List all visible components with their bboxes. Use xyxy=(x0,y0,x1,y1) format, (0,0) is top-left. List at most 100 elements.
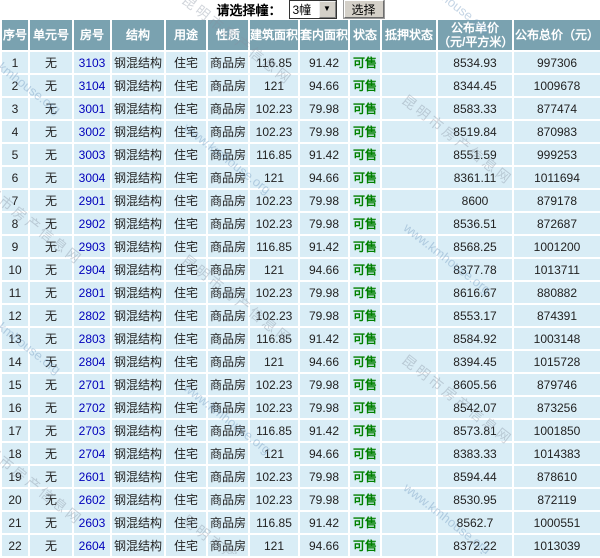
cell-build-area: 102.23 xyxy=(248,487,300,512)
cell-unit-price: 8394.45 xyxy=(436,349,514,374)
room-number-link[interactable]: 3103 xyxy=(72,50,112,75)
cell-unit-price: 8600 xyxy=(436,188,514,213)
cell-unit-number: 无 xyxy=(28,441,74,466)
cell-unit-number: 无 xyxy=(28,257,74,282)
cell-inner-area: 94.66 xyxy=(298,165,350,190)
chevron-down-icon[interactable]: ▼ xyxy=(318,0,336,18)
cell-build-area: 116.85 xyxy=(248,50,300,75)
cell-mortgage-status xyxy=(380,418,438,443)
cell-structure: 钢混结构 xyxy=(110,234,166,259)
table-row: 2 无 3104 钢混结构 住宅 商品房 121 94.66 可售 8344.45 1009678 xyxy=(0,73,600,98)
cell-build-area: 102.23 xyxy=(248,303,300,328)
cell-status: 可售 xyxy=(348,441,382,466)
room-number-link[interactable]: 2702 xyxy=(72,395,112,420)
cell-inner-area: 79.98 xyxy=(298,395,350,420)
cell-build-area: 121 xyxy=(248,73,300,98)
room-number-link[interactable]: 3104 xyxy=(72,73,112,98)
cell-status: 可售 xyxy=(348,188,382,213)
cell-total-price: 1014383 xyxy=(512,441,600,466)
room-number-link[interactable]: 2602 xyxy=(72,487,112,512)
column-header-unit-price: 公布单价（元/平方米） xyxy=(436,18,514,52)
cell-build-area: 102.23 xyxy=(248,211,300,236)
cell-structure: 钢混结构 xyxy=(110,165,166,190)
cell-mortgage-status xyxy=(380,349,438,374)
cell-unit-number: 无 xyxy=(28,349,74,374)
table-row: 19 无 2601 钢混结构 住宅 商品房 102.23 79.98 可售 8594.44 8786… xyxy=(0,464,600,489)
cell-index: 9 xyxy=(0,234,30,259)
cell-build-area: 121 xyxy=(248,257,300,282)
room-number-link[interactable]: 3001 xyxy=(72,96,112,121)
cell-total-price: 1011694 xyxy=(512,165,600,190)
room-number-link[interactable]: 2703 xyxy=(72,418,112,443)
room-number-link[interactable]: 2802 xyxy=(72,303,112,328)
cell-structure: 钢混结构 xyxy=(110,73,166,98)
cell-status: 可售 xyxy=(348,510,382,535)
cell-usage: 住宅 xyxy=(164,395,208,420)
cell-usage: 住宅 xyxy=(164,165,208,190)
cell-property-type: 商品房 xyxy=(206,188,250,213)
cell-structure: 钢混结构 xyxy=(110,142,166,167)
table-row: 12 无 2802 钢混结构 住宅 商品房 102.23 79.98 可售 8553.17 8743… xyxy=(0,303,600,328)
cell-property-type: 商品房 xyxy=(206,119,250,144)
cell-inner-area: 91.42 xyxy=(298,50,350,75)
room-number-link[interactable]: 2804 xyxy=(72,349,112,374)
cell-property-type: 商品房 xyxy=(206,418,250,443)
cell-status: 可售 xyxy=(348,349,382,374)
table-row: 10 无 2904 钢混结构 住宅 商品房 121 94.66 可售 8377.78 1013711 xyxy=(0,257,600,282)
room-number-link[interactable]: 2603 xyxy=(72,510,112,535)
select-button[interactable]: 选择 xyxy=(343,0,384,18)
cell-index: 17 xyxy=(0,418,30,443)
cell-unit-price: 8542.07 xyxy=(436,395,514,420)
cell-unit-number: 无 xyxy=(28,510,74,535)
cell-total-price: 874391 xyxy=(512,303,600,328)
cell-structure: 钢混结构 xyxy=(110,119,166,144)
cell-unit-price: 8573.81 xyxy=(436,418,514,443)
cell-usage: 住宅 xyxy=(164,280,208,305)
table-row: 9 无 2903 钢混结构 住宅 商品房 116.85 91.42 可售 8568.25 10012… xyxy=(0,234,600,259)
cell-total-price: 997306 xyxy=(512,50,600,75)
cell-status: 可售 xyxy=(348,372,382,397)
cell-build-area: 102.23 xyxy=(248,96,300,121)
cell-inner-area: 79.98 xyxy=(298,119,350,144)
table-row: 4 无 3002 钢混结构 住宅 商品房 102.23 79.98 可售 8519.84 87098… xyxy=(0,119,600,144)
room-number-link[interactable]: 2701 xyxy=(72,372,112,397)
table-row: 20 无 2602 钢混结构 住宅 商品房 102.23 79.98 可售 8530.95 8721… xyxy=(0,487,600,512)
room-number-link[interactable]: 2904 xyxy=(72,257,112,282)
cell-structure: 钢混结构 xyxy=(110,280,166,305)
room-number-link[interactable]: 2704 xyxy=(72,441,112,466)
room-number-link[interactable]: 2903 xyxy=(72,234,112,259)
room-number-link[interactable]: 2901 xyxy=(72,188,112,213)
room-number-link[interactable]: 3004 xyxy=(72,165,112,190)
room-number-link[interactable]: 3002 xyxy=(72,119,112,144)
room-number-link[interactable]: 2801 xyxy=(72,280,112,305)
cell-structure: 钢混结构 xyxy=(110,303,166,328)
room-number-link[interactable]: 3003 xyxy=(72,142,112,167)
cell-structure: 钢混结构 xyxy=(110,418,166,443)
room-number-link[interactable]: 2902 xyxy=(72,211,112,236)
cell-inner-area: 94.66 xyxy=(298,73,350,98)
cell-status: 可售 xyxy=(348,96,382,121)
cell-mortgage-status xyxy=(380,257,438,282)
room-number-link[interactable]: 2601 xyxy=(72,464,112,489)
cell-usage: 住宅 xyxy=(164,142,208,167)
cell-build-area: 121 xyxy=(248,441,300,466)
cell-usage: 住宅 xyxy=(164,326,208,351)
cell-status: 可售 xyxy=(348,234,382,259)
cell-property-type: 商品房 xyxy=(206,487,250,512)
cell-status: 可售 xyxy=(348,73,382,98)
cell-total-price: 878610 xyxy=(512,464,600,489)
cell-structure: 钢混结构 xyxy=(110,211,166,236)
column-header-total-price: 公布总价（元） xyxy=(512,18,600,52)
cell-property-type: 商品房 xyxy=(206,510,250,535)
room-number-link[interactable]: 2803 xyxy=(72,326,112,351)
cell-property-type: 商品房 xyxy=(206,372,250,397)
cell-total-price: 1001850 xyxy=(512,418,600,443)
cell-mortgage-status xyxy=(380,73,438,98)
cell-build-area: 102.23 xyxy=(248,372,300,397)
cell-inner-area: 79.98 xyxy=(298,96,350,121)
cell-status: 可售 xyxy=(348,326,382,351)
building-select[interactable]: 3幢 ▼ xyxy=(288,0,337,19)
cell-unit-number: 无 xyxy=(28,487,74,512)
cell-unit-price: 8383.33 xyxy=(436,441,514,466)
column-header-unit-number: 单元号 xyxy=(28,18,74,52)
